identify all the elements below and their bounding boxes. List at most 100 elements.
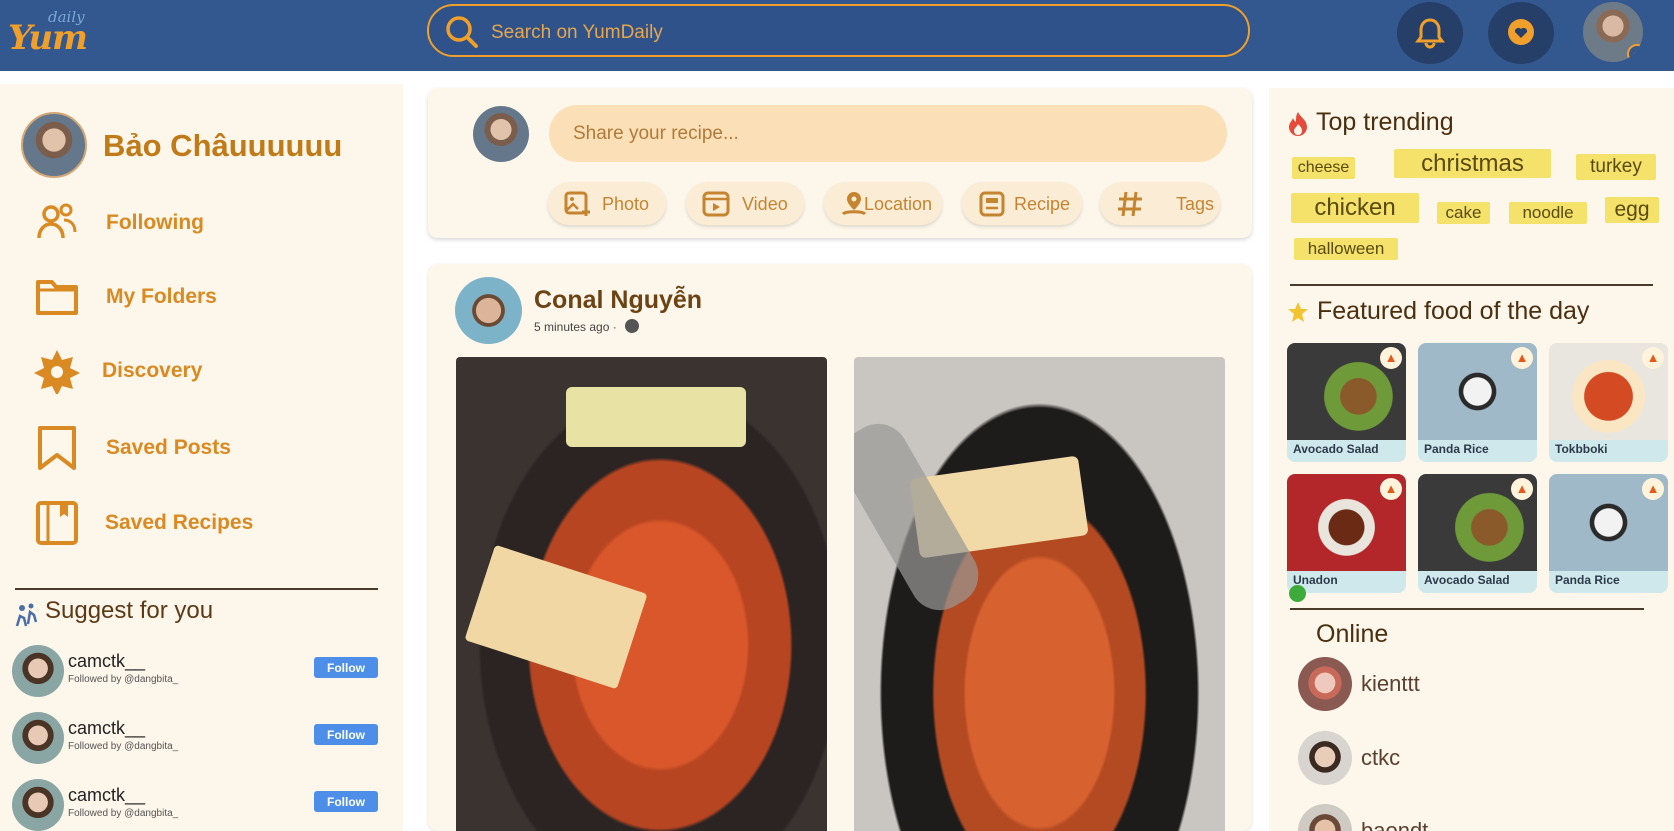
- trending-tag[interactable]: cake: [1437, 202, 1490, 224]
- suggest-username[interactable]: camctk__: [68, 651, 145, 672]
- avatar[interactable]: [455, 277, 522, 344]
- avatar[interactable]: [12, 645, 64, 697]
- suggest-username[interactable]: camctk__: [68, 785, 145, 806]
- online-status-icon: [1289, 585, 1306, 602]
- right-sidebar: Top trending cheese christmas turkey chi…: [1269, 88, 1674, 831]
- sidebar-item-label: Saved Recipes: [105, 511, 254, 534]
- follow-button[interactable]: Follow: [314, 657, 378, 678]
- food-name: Avocado Salad: [1293, 442, 1379, 456]
- search-icon: [446, 16, 478, 48]
- divider: [1290, 608, 1644, 610]
- featured-food-card[interactable]: ▲ Unadon: [1287, 474, 1406, 593]
- recipe-composer: Share your recipe... Photo Video Locatio…: [428, 88, 1252, 238]
- share-recipe-input[interactable]: Share your recipe...: [549, 105, 1227, 162]
- tags-label: Tags: [1176, 194, 1215, 214]
- sidebar-item-label: Saved Posts: [106, 436, 231, 459]
- favorites-button[interactable]: [1488, 2, 1554, 64]
- book-icon: [36, 501, 78, 545]
- recipe-label: Recipe: [1014, 194, 1071, 214]
- notifications-button[interactable]: [1397, 2, 1463, 64]
- trending-tag[interactable]: turkey: [1576, 154, 1656, 180]
- suggest-followed-by: Followed by @dangbita_: [68, 741, 179, 752]
- yumdaily-logo[interactable]: daily Yum: [8, 6, 92, 62]
- featured-food-card[interactable]: ▲ Avocado Salad: [1287, 343, 1406, 462]
- post-photo[interactable]: [456, 357, 827, 831]
- share-recipe-placeholder: Share your recipe...: [573, 123, 739, 144]
- featured-food-card[interactable]: ▲ Tokbboki: [1549, 343, 1668, 462]
- post-card: Conal Nguyễn 5 minutes ago ·: [428, 264, 1252, 831]
- food-name: Avocado Salad: [1424, 573, 1510, 587]
- user-avatar[interactable]: ✓: [1581, 0, 1645, 64]
- food-name: Panda Rice: [1424, 442, 1489, 456]
- suggest-row: camctk__ Followed by @dangbita_ Follow: [12, 645, 382, 701]
- avatar[interactable]: [12, 712, 64, 764]
- globe-icon: [625, 319, 639, 333]
- photo-button[interactable]: Photo: [548, 182, 666, 225]
- online-username: baondt: [1361, 818, 1429, 831]
- star-icon: [1288, 302, 1308, 322]
- sidebar-item-saved-recipes[interactable]: Saved Recipes: [34, 498, 374, 548]
- suggest-username[interactable]: camctk__: [68, 718, 145, 739]
- trending-tag[interactable]: egg: [1605, 197, 1659, 223]
- post-author[interactable]: Conal Nguyễn: [534, 286, 702, 315]
- fire-icon: ▲: [1642, 347, 1664, 369]
- online-user[interactable]: ctkc: [1298, 731, 1598, 787]
- fire-icon: ▲: [1511, 478, 1533, 500]
- top-bar: daily Yum Search on YumDaily ✓: [0, 0, 1674, 71]
- sidebar-item-label: My Folders: [106, 285, 217, 308]
- trending-tag[interactable]: noodle: [1509, 202, 1587, 224]
- featured-food-card[interactable]: ▲ Panda Rice: [1418, 343, 1537, 462]
- food-name: Tokbboki: [1555, 442, 1608, 456]
- trending-tag[interactable]: cheese: [1292, 157, 1355, 179]
- online-user[interactable]: baondt: [1298, 804, 1598, 831]
- logo-yum-text: Yum: [8, 18, 88, 58]
- suggest-people-icon: [15, 603, 38, 627]
- trending-tag[interactable]: chicken: [1291, 193, 1419, 223]
- search-bar[interactable]: Search on YumDaily: [427, 4, 1250, 57]
- recipe-button[interactable]: Recipe: [962, 182, 1082, 225]
- online-title: Online: [1316, 620, 1389, 648]
- video-button[interactable]: Video: [686, 182, 804, 225]
- chevron-down-icon[interactable]: ✓: [1627, 44, 1643, 62]
- online-user[interactable]: kienttt: [1298, 657, 1598, 713]
- suggest-row: camctk__ Followed by @dangbita_ Follow: [12, 779, 382, 831]
- heart-chat-icon: [1508, 19, 1534, 45]
- recipe-icon: [979, 191, 1005, 217]
- fire-icon: ▲: [1642, 478, 1664, 500]
- avatar[interactable]: [12, 779, 64, 831]
- video-label: Video: [742, 194, 788, 214]
- follow-button[interactable]: Follow: [314, 724, 378, 745]
- sidebar-item-saved-posts[interactable]: Saved Posts: [34, 423, 374, 473]
- online-username: kienttt: [1361, 671, 1420, 696]
- avatar: [1298, 731, 1352, 785]
- sidebar-item-following[interactable]: Following: [34, 198, 374, 248]
- avatar[interactable]: [473, 106, 529, 162]
- trending-tag[interactable]: halloween: [1294, 238, 1398, 260]
- sidebar-item-my-folders[interactable]: My Folders: [34, 272, 374, 322]
- folder-icon: [36, 280, 78, 315]
- suggest-followed-by: Followed by @dangbita_: [68, 674, 179, 685]
- featured-food-card[interactable]: ▲ Avocado Salad: [1418, 474, 1537, 593]
- food-name: Panda Rice: [1555, 573, 1620, 587]
- search-input[interactable]: Search on YumDaily: [491, 22, 663, 44]
- avatar: [1298, 657, 1352, 711]
- divider: [15, 588, 378, 590]
- people-icon: [37, 203, 77, 239]
- hashtag-icon: [1118, 191, 1142, 217]
- photo-label: Photo: [602, 194, 650, 214]
- sidebar-item-discovery[interactable]: Discovery: [34, 346, 374, 396]
- profile-avatar[interactable]: [21, 112, 87, 178]
- suggest-title: Suggest for you: [45, 597, 214, 624]
- bell-icon: [1415, 18, 1445, 49]
- trending-title: Top trending: [1316, 108, 1454, 136]
- sidebar-item-label: Discovery: [102, 359, 203, 382]
- post-photo[interactable]: [854, 357, 1225, 831]
- trending-tag[interactable]: christmas: [1394, 149, 1551, 178]
- featured-food-card[interactable]: ▲ Panda Rice: [1549, 474, 1668, 593]
- profile-name[interactable]: Bảo Châuuuuuu: [103, 128, 342, 164]
- location-label: Location: [864, 194, 933, 214]
- follow-button[interactable]: Follow: [314, 791, 378, 812]
- location-button[interactable]: Location: [824, 182, 942, 225]
- tags-button[interactable]: Tags: [1100, 182, 1220, 225]
- fire-icon: ▲: [1380, 478, 1402, 500]
